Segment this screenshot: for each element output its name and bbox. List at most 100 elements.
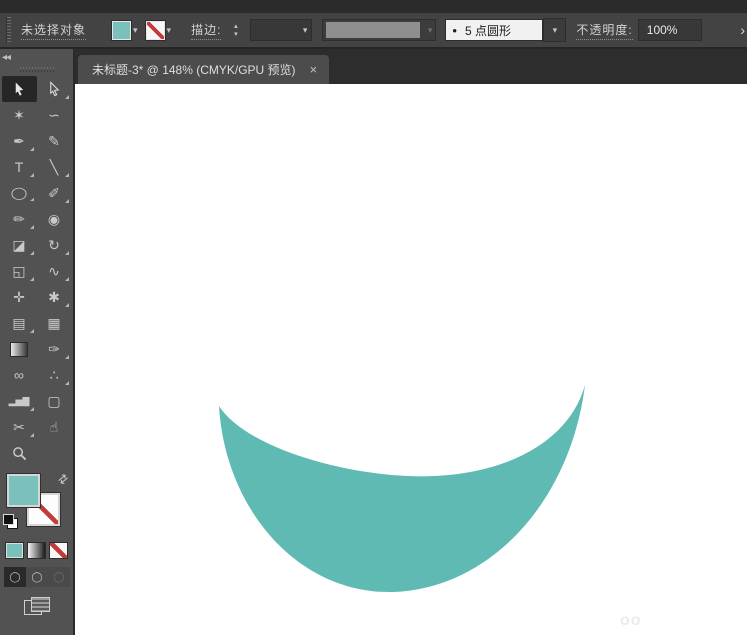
- default-fill-stroke-icon[interactable]: [3, 514, 18, 529]
- tool-type[interactable]: T: [2, 154, 37, 180]
- flyout-corner-icon: [29, 277, 34, 281]
- zoom-icon: [12, 446, 26, 460]
- screen-mode-icon: [30, 597, 50, 612]
- tool-eyedropper[interactable]: ✑: [37, 336, 72, 362]
- tool-magic-wand[interactable]: ✶: [2, 102, 37, 128]
- chevron-down-icon[interactable]: ▾: [167, 25, 172, 35]
- flyout-corner-icon: [29, 407, 34, 411]
- document-tab[interactable]: 未标题-3* @ 148% (CMYK/GPU 预览) ×: [78, 55, 330, 84]
- brush-dropdown-button[interactable]: ▾: [543, 18, 567, 42]
- chevron-down-icon[interactable]: ▾: [133, 25, 138, 35]
- stroke-label[interactable]: 描边:: [191, 21, 222, 40]
- tools-panel: ◂◂ ✶ ∽ ✒ ✎ T ╲ ◯ ✐ ✏ ◉ ◪ ↻ ◱ ∿ ✛ ✱ ▤ ▦ ✑ ∞ ∴ ▂▅▇ ▢ ✂ ☝ ⇄ ◯ ◯ ◯: [0, 49, 75, 635]
- none-button[interactable]: [49, 542, 68, 559]
- line-segment-icon: ╲: [49, 158, 59, 175]
- gradient-button[interactable]: [27, 542, 46, 559]
- tool-mesh[interactable]: ▦: [37, 310, 72, 336]
- eraser-icon: ◪: [12, 236, 26, 253]
- control-bar-grip[interactable]: [6, 17, 11, 43]
- tool-gradient[interactable]: [2, 336, 37, 362]
- color-button[interactable]: [5, 542, 24, 559]
- tool-hand[interactable]: ☝: [37, 414, 72, 440]
- flyout-corner-icon: [29, 173, 34, 177]
- swap-fill-stroke-icon[interactable]: ⇄: [55, 470, 72, 487]
- draw-behind-button[interactable]: ◯: [26, 567, 48, 587]
- paint-style-row: [0, 542, 73, 559]
- artboard-icon: ▢: [47, 392, 61, 409]
- tool-curvature[interactable]: ✎: [37, 128, 72, 154]
- tool-direct-selection[interactable]: [37, 76, 72, 102]
- fill-color-swatch[interactable]: [111, 19, 133, 41]
- toolbar-grip[interactable]: [19, 67, 54, 72]
- stepper-down-icon[interactable]: ▾: [229, 31, 242, 38]
- tool-puppet-warp[interactable]: ✛: [2, 284, 37, 310]
- crescent-shape[interactable]: [75, 84, 747, 635]
- rotate-icon: ↻: [48, 236, 60, 253]
- tool-ellipse[interactable]: ◯: [2, 183, 37, 204]
- pen-icon: ✒: [13, 132, 25, 149]
- tool-symbol-sprayer[interactable]: ∴: [37, 362, 72, 388]
- tool-slice[interactable]: ✂: [2, 414, 37, 440]
- flyout-corner-icon: [64, 173, 69, 177]
- document-tab-title: 未标题-3* @ 148% (CMYK/GPU 预览): [92, 63, 296, 77]
- flyout-corner-icon: [29, 329, 34, 333]
- fill-color-control[interactable]: ▾: [111, 19, 138, 41]
- flyout-corner-icon: [64, 277, 69, 281]
- brush-name: 5 点圆形: [464, 23, 511, 38]
- hand-icon: ☝: [49, 418, 59, 435]
- draw-inside-button[interactable]: ◯: [48, 567, 70, 587]
- flyout-corner-icon: [29, 197, 34, 201]
- control-bar-overflow-chevron[interactable]: ›: [740, 22, 745, 38]
- width-profile-dropdown[interactable]: ▾: [322, 19, 437, 41]
- screen-mode-button[interactable]: [23, 597, 50, 615]
- collapse-panel-icon[interactable]: ◂◂: [2, 52, 11, 63]
- stepper-up-icon[interactable]: ▴: [229, 23, 242, 30]
- tool-selection[interactable]: [1, 76, 37, 102]
- tool-scale[interactable]: ◱: [2, 258, 37, 284]
- tool-eraser[interactable]: ◪: [2, 232, 37, 258]
- chevron-down-icon: ▾: [552, 24, 558, 35]
- stroke-color-control[interactable]: ▾: [144, 19, 172, 41]
- puppet-warp-icon: ✛: [13, 288, 25, 305]
- pencil-icon: ✏: [13, 210, 25, 227]
- tool-pencil[interactable]: ✏: [2, 206, 37, 232]
- tool-pen[interactable]: ✒: [2, 128, 37, 154]
- fill-indicator[interactable]: [6, 473, 41, 508]
- stroke-none-swatch[interactable]: [144, 19, 166, 41]
- flyout-corner-icon: [29, 251, 34, 255]
- tool-width[interactable]: ∿: [37, 258, 72, 284]
- flyout-corner-icon: [29, 147, 34, 151]
- opacity-value-dropdown[interactable]: 100%: [637, 19, 702, 41]
- uniform-profile-preview: [326, 22, 421, 38]
- stroke-weight-stepper[interactable]: ▴ ▾: [229, 23, 242, 38]
- close-icon[interactable]: ×: [310, 62, 318, 77]
- flyout-corner-icon: [64, 355, 69, 359]
- tool-blend[interactable]: ∞: [2, 362, 37, 388]
- stroke-weight-dropdown[interactable]: ▾: [250, 19, 313, 41]
- tool-blob-brush[interactable]: ◉: [37, 206, 72, 232]
- tool-line-segment[interactable]: ╲: [37, 154, 72, 180]
- opacity-label[interactable]: 不透明度:: [576, 21, 633, 40]
- drawing-modes-row: ◯ ◯ ◯: [4, 567, 70, 587]
- canvas[interactable]: oo: [75, 84, 747, 635]
- flyout-corner-icon: [64, 95, 69, 99]
- tool-column-graph[interactable]: ▂▅▇: [2, 388, 37, 414]
- tool-shape-builder[interactable]: ✱: [37, 284, 72, 310]
- tool-artboard[interactable]: ▢: [37, 388, 72, 414]
- draw-normal-button[interactable]: ◯: [4, 567, 26, 587]
- brush-definition-dropdown[interactable]: • 5 点圆形: [445, 19, 544, 41]
- chevron-down-icon: ▾: [302, 24, 308, 35]
- opacity-value: 100%: [646, 23, 678, 37]
- selection-status: 未选择对象: [21, 21, 87, 40]
- slice-icon: ✂: [13, 418, 25, 435]
- flyout-corner-icon: [64, 381, 69, 385]
- tool-perspective-grid[interactable]: ▤: [2, 310, 37, 336]
- flyout-corner-icon: [64, 199, 69, 203]
- tool-rotate[interactable]: ↻: [37, 232, 72, 258]
- watermark: oo: [620, 612, 642, 629]
- tool-lasso[interactable]: ∽: [37, 102, 72, 128]
- flyout-corner-icon: [29, 433, 34, 437]
- tool-zoom[interactable]: [2, 440, 37, 466]
- tool-paintbrush[interactable]: ✐: [37, 180, 72, 206]
- lasso-icon: ∽: [48, 106, 60, 123]
